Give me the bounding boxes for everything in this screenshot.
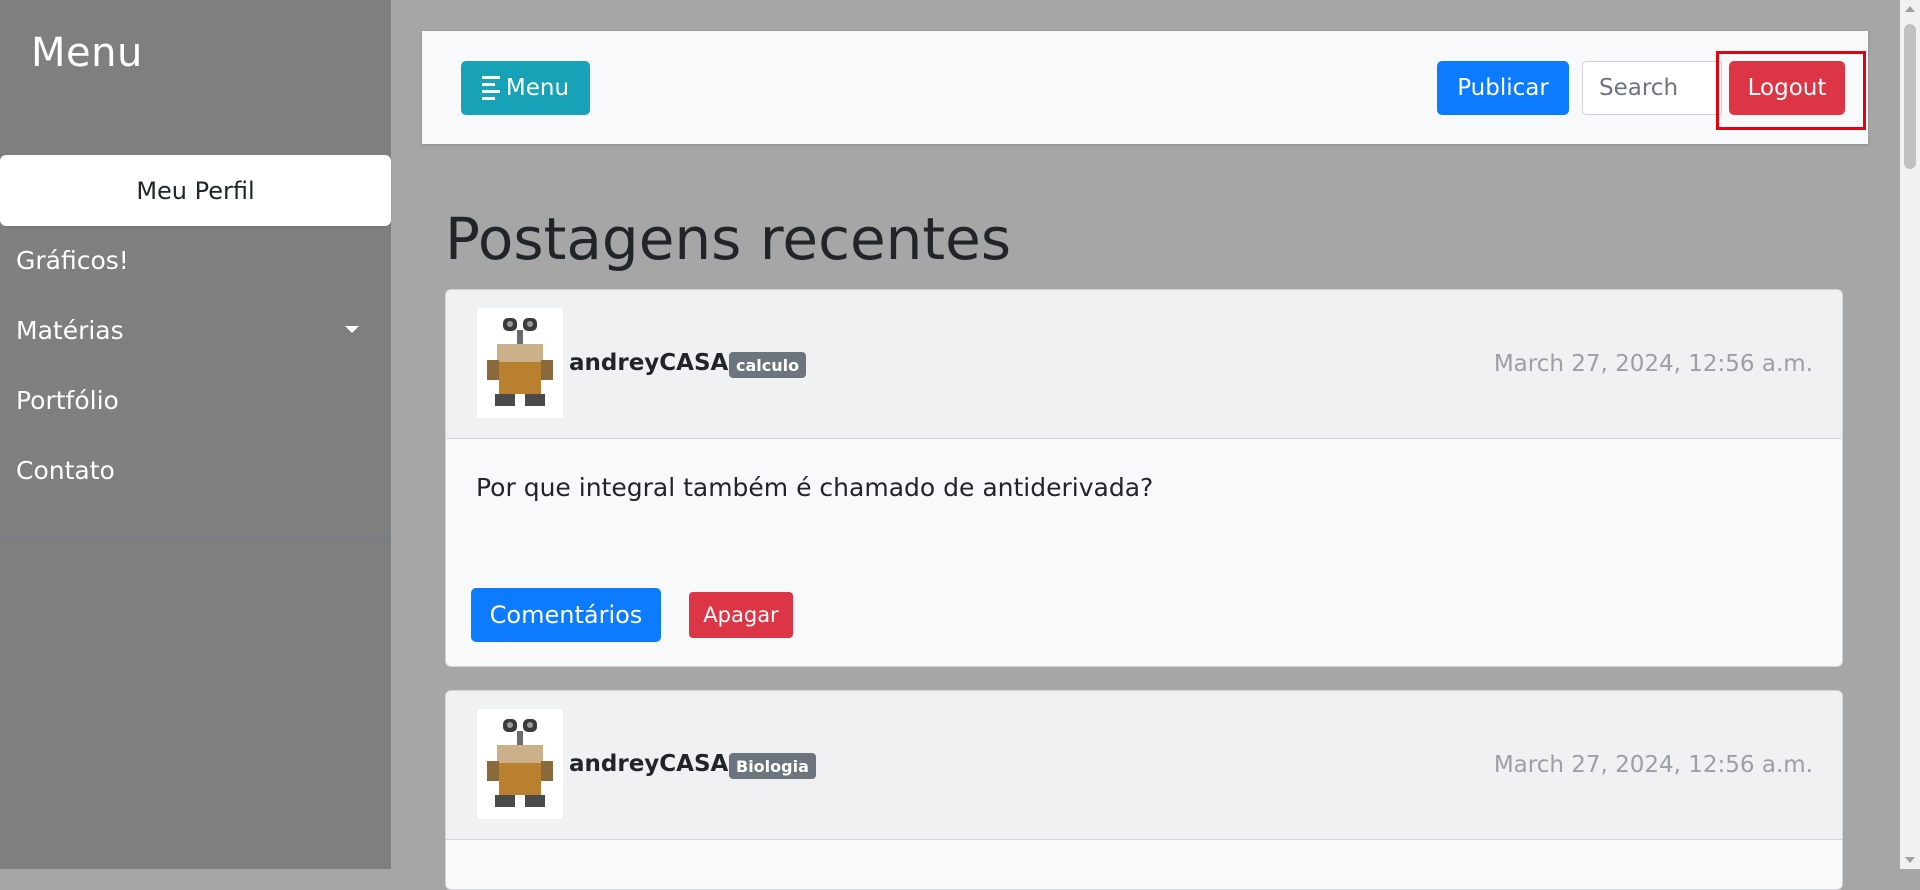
sidebar-item-portfolio[interactable]: Portfólio bbox=[16, 386, 119, 415]
menu-button-label: Menu bbox=[505, 75, 570, 101]
post-tag-badge: Biologia bbox=[729, 753, 816, 779]
post-header: andreyCASA Biologia March 27, 2024, 12:5… bbox=[446, 691, 1842, 840]
post-author[interactable]: andreyCASA bbox=[569, 751, 728, 777]
logout-highlight-box bbox=[1716, 51, 1866, 130]
sidebar: Menu Meu Perfil Gráficos! Matérias Portf… bbox=[0, 0, 391, 869]
page-scrollbar[interactable] bbox=[1900, 0, 1920, 869]
post-content: Por que integral também é chamado de ant… bbox=[476, 473, 1154, 502]
top-navbar: Menu Publicar Logout bbox=[422, 31, 1868, 144]
avatar bbox=[477, 709, 563, 819]
scrollbar-thumb[interactable] bbox=[1904, 24, 1916, 169]
delete-post-button[interactable]: Apagar bbox=[689, 592, 793, 638]
post-author[interactable]: andreyCASA bbox=[569, 350, 728, 376]
sidebar-item-graficos[interactable]: Gráficos! bbox=[16, 246, 129, 275]
publish-button[interactable]: Publicar bbox=[1437, 61, 1569, 115]
sidebar-item-materias[interactable]: Matérias bbox=[16, 316, 124, 345]
page-title: Postagens recentes bbox=[445, 205, 1012, 273]
post-date: March 27, 2024, 12:56 a.m. bbox=[1493, 351, 1813, 377]
menu-toggle-button[interactable]: Menu bbox=[461, 61, 590, 115]
search-input[interactable] bbox=[1582, 61, 1722, 115]
avatar bbox=[477, 308, 563, 418]
post-card: andreyCASA Biologia March 27, 2024, 12:5… bbox=[445, 690, 1843, 890]
post-card: andreyCASA calculo March 27, 2024, 12:56… bbox=[445, 289, 1843, 667]
sidebar-item-meu-perfil[interactable]: Meu Perfil bbox=[0, 155, 391, 226]
sidebar-item-contato[interactable]: Contato bbox=[16, 456, 115, 485]
scroll-up-arrow-icon[interactable] bbox=[1905, 6, 1915, 12]
hamburger-icon bbox=[481, 76, 500, 100]
sidebar-title: Menu bbox=[31, 30, 143, 76]
caret-down-icon[interactable] bbox=[345, 326, 359, 333]
comments-button[interactable]: Comentários bbox=[471, 588, 661, 642]
sidebar-divider bbox=[0, 537, 391, 538]
post-date: March 27, 2024, 12:56 a.m. bbox=[1493, 752, 1813, 778]
post-tag-badge: calculo bbox=[729, 352, 807, 378]
post-header: andreyCASA calculo March 27, 2024, 12:56… bbox=[446, 290, 1842, 439]
scroll-down-arrow-icon[interactable] bbox=[1905, 857, 1915, 863]
